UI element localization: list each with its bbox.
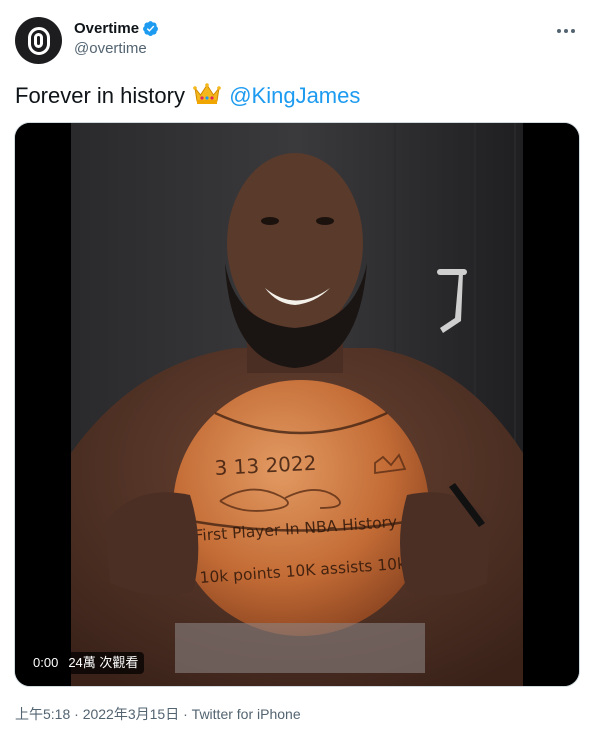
dot-icon xyxy=(564,29,568,33)
verified-badge-icon xyxy=(143,21,158,36)
tweet-metadata: 上午5:18 · 2022年3月15日 · Twitter for iPhone xyxy=(15,704,301,724)
tweet: Overtime @overtime Forever in history @K… xyxy=(0,0,592,736)
meta-separator: · xyxy=(183,706,192,722)
overtime-logo-icon xyxy=(27,26,50,55)
tweet-body: Forever in history xyxy=(15,83,185,108)
author-info: Overtime @overtime xyxy=(74,20,159,57)
author-handle[interactable]: @overtime xyxy=(74,40,159,57)
dot-icon xyxy=(571,29,575,33)
tweet-source[interactable]: Twitter for iPhone xyxy=(192,706,301,722)
tweet-time[interactable]: 上午5:18 xyxy=(15,706,70,722)
mention-link[interactable]: @KingJames xyxy=(229,83,360,108)
video-badge: 0:00 24萬 次觀看 xyxy=(27,652,145,674)
video-view-count: 24萬 次觀看 xyxy=(68,655,139,670)
tweet-text: Forever in history @KingJames xyxy=(15,82,360,110)
video-time: 0:00 xyxy=(33,655,59,670)
avatar[interactable] xyxy=(15,17,62,64)
tweet-date[interactable]: 2022年3月15日 xyxy=(83,706,180,722)
dot-icon xyxy=(557,29,561,33)
display-name-row: Overtime xyxy=(74,20,159,37)
crown-emoji-icon xyxy=(193,83,221,104)
display-name[interactable]: Overtime xyxy=(74,20,139,37)
video-frame: 3 13 2022 First Player In NBA History 10… xyxy=(15,123,579,686)
video-player[interactable]: 3 13 2022 First Player In NBA History 10… xyxy=(14,122,580,687)
more-options-button[interactable] xyxy=(554,22,578,40)
meta-separator: · xyxy=(74,706,83,722)
